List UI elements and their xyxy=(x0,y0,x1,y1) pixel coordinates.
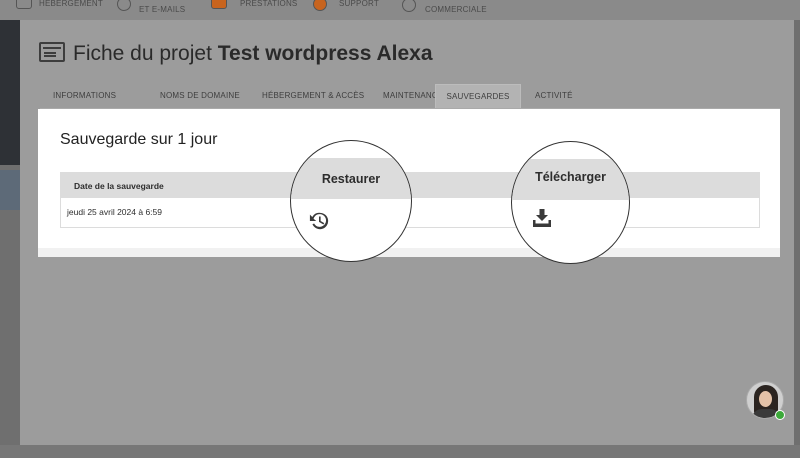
project-sheet-modal: Fiche du projet Test wordpress Alexa INF… xyxy=(20,20,794,445)
restore-history-icon[interactable] xyxy=(308,211,330,231)
background-page-right xyxy=(794,20,800,458)
monitor-icon xyxy=(211,0,227,9)
project-sheet-icon xyxy=(39,42,65,62)
top-navigation: HÉBERGEMENT ET E-MAILS PRESTATIONS SUPPO… xyxy=(0,0,800,20)
background-sidebar-highlight xyxy=(0,170,20,210)
globe-icon xyxy=(117,0,131,11)
column-header-restore: Restaurer xyxy=(321,172,381,186)
server-icon xyxy=(16,0,32,9)
tab-informations[interactable]: INFORMATIONS xyxy=(53,84,116,108)
backup-date-cell: jeudi 25 avril 2024 à 6:59 xyxy=(67,207,162,217)
backups-section-title: Sauvegarde sur 1 jour xyxy=(60,131,218,148)
online-status-indicator xyxy=(775,410,785,420)
tab-activity[interactable]: ACTIVITÉ xyxy=(535,84,573,108)
nav-item-commercial[interactable]: COMMERCIALE xyxy=(425,5,487,14)
panel-footer xyxy=(38,248,780,257)
page-title-project: Test wordpress Alexa xyxy=(217,42,433,65)
nav-item-emails[interactable]: ET E-MAILS xyxy=(139,5,185,14)
nav-item-services[interactable]: PRESTATIONS xyxy=(240,0,297,8)
background-page-bottom xyxy=(0,445,800,458)
tab-domain-names[interactable]: NOMS DE DOMAINE xyxy=(160,84,240,108)
column-header-download: Télécharger xyxy=(535,170,606,184)
download-tray-icon[interactable] xyxy=(532,209,552,227)
database-icon xyxy=(402,0,416,12)
tab-backups[interactable]: SAUVEGARDES xyxy=(435,84,521,108)
column-header-date: Date de la sauvegarde xyxy=(74,181,164,191)
page-title-prefix: Fiche du projet xyxy=(73,42,212,65)
restore-magnifier: Restaurer xyxy=(290,140,412,262)
background-sidebar xyxy=(0,20,20,165)
tab-hosting-access[interactable]: HÉBERGEMENT & ACCÈS xyxy=(262,84,364,108)
nav-item-hosting[interactable]: HÉBERGEMENT xyxy=(39,0,103,8)
nav-item-support[interactable]: SUPPORT xyxy=(339,0,379,8)
page-title: Fiche du projet Test wordpress Alexa xyxy=(73,42,433,66)
download-magnifier: Télécharger xyxy=(511,141,630,264)
support-icon xyxy=(313,0,327,11)
